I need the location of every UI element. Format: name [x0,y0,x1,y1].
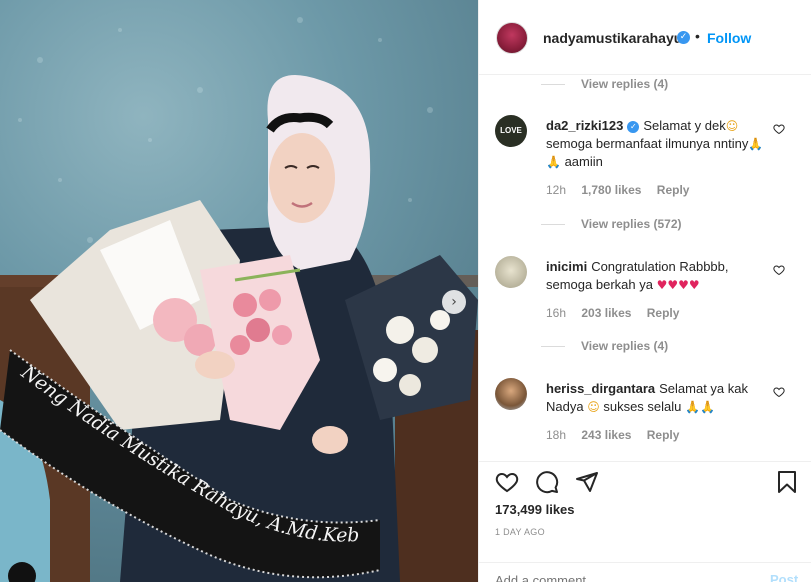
comment-time: 12h [546,183,567,197]
post-side-panel: nadyamustikarahayu ✓ • Follow View repli… [478,0,811,582]
comment-text: inicimi Congratulation Rabbbb, semoga ber… [546,258,766,294]
comment-likes[interactable]: 1,780 likes [581,183,641,197]
comment-meta: 16h 203 likes Reply [546,306,691,320]
add-comment-input[interactable] [495,571,745,582]
view-replies-line [541,83,565,85]
post-time: 1 DAY AGO [495,527,545,537]
verified-badge-icon: ✓ [677,31,690,44]
header-separator: • [695,28,700,44]
comment-body-line3: aamiin [564,154,603,169]
post-comment-button[interactable]: Post [770,572,798,582]
reply-button[interactable]: Reply [647,428,680,442]
comment-time: 16h [546,306,567,320]
comment-time: 18h [546,428,567,442]
view-replies-button[interactable]: View replies (572) [541,217,682,231]
view-replies-line [541,345,565,347]
comment-body: Selamat y dek [643,118,726,133]
tag-indicator-icon[interactable] [8,562,36,582]
view-replies-label: View replies (4) [581,77,669,91]
comment-text: heriss_dirgantara Selamat ya kak Nadya ☺ … [546,380,766,416]
carousel-next-button[interactable]: › [442,290,466,314]
commenter-avatar[interactable] [495,256,527,288]
post-header: nadyamustikarahayu ✓ • Follow [479,0,811,75]
grinning-face-emoji-icon: ☺ [587,400,600,414]
comment-like-heart-icon[interactable] [773,123,785,135]
photo-illustration: Neng Nadia Mustika Rahayu, A.Md.Keb [0,17,478,582]
reply-button[interactable]: Reply [647,306,680,320]
red-heart-emoji-icon: ♥♥♥♥ [656,278,700,292]
commenter-username[interactable]: heriss_dirgantara [546,381,655,396]
heart-icon[interactable] [495,470,519,494]
comments-list[interactable]: View replies (4) LOVE da2_rizki123 ✓ Selam… [479,75,811,461]
view-replies-line [541,223,565,225]
commenter-avatar[interactable] [495,378,527,410]
author-avatar[interactable] [496,22,528,54]
view-replies-button[interactable]: View replies (4) [541,339,668,353]
commenter-username[interactable]: inicimi [546,259,587,274]
comment-text: da2_rizki123 ✓ Selamat y dek☺ semoga berma… [546,117,766,171]
comment-icon[interactable] [535,470,559,494]
comment-body-line2: semoga bermanfaat ilmunya nntiny [546,136,749,151]
praying-hands-emoji-icon: 🙏🙏 [685,400,715,414]
verified-badge-icon: ✓ [627,120,640,133]
reply-button[interactable]: Reply [657,183,690,197]
share-icon[interactable] [575,470,599,494]
view-replies-button[interactable]: View replies (4) [541,77,668,91]
add-comment-bar: Post [479,562,811,582]
view-replies-label: View replies (4) [581,339,669,353]
commenter-avatar[interactable]: LOVE [495,115,527,147]
post-photo[interactable]: Neng Nadia Mustika Rahayu, A.Md.Keb › [0,0,478,582]
post-likes-count[interactable]: 173,499 likes [495,502,575,517]
commenter-username[interactable]: da2_rizki123 [546,118,623,133]
follow-button[interactable]: Follow [707,30,751,46]
comment-meta: 18h 243 likes Reply [546,428,691,442]
comment-likes[interactable]: 243 likes [581,428,631,442]
comment-likes[interactable]: 203 likes [581,306,631,320]
smiling-face-emoji-icon: ☺ [725,119,739,133]
view-replies-label: View replies (572) [581,217,682,231]
comment-like-heart-icon[interactable] [773,264,785,276]
comment-meta: 12h 1,780 likes Reply [546,183,701,197]
comment-like-heart-icon[interactable] [773,386,785,398]
bookmark-icon[interactable] [775,470,799,494]
comment-body-line2: sukses selalu [603,399,682,414]
author-username[interactable]: nadyamustikarahayu [543,30,682,46]
post-actions: 173,499 likes 1 DAY AGO Post [479,461,811,582]
